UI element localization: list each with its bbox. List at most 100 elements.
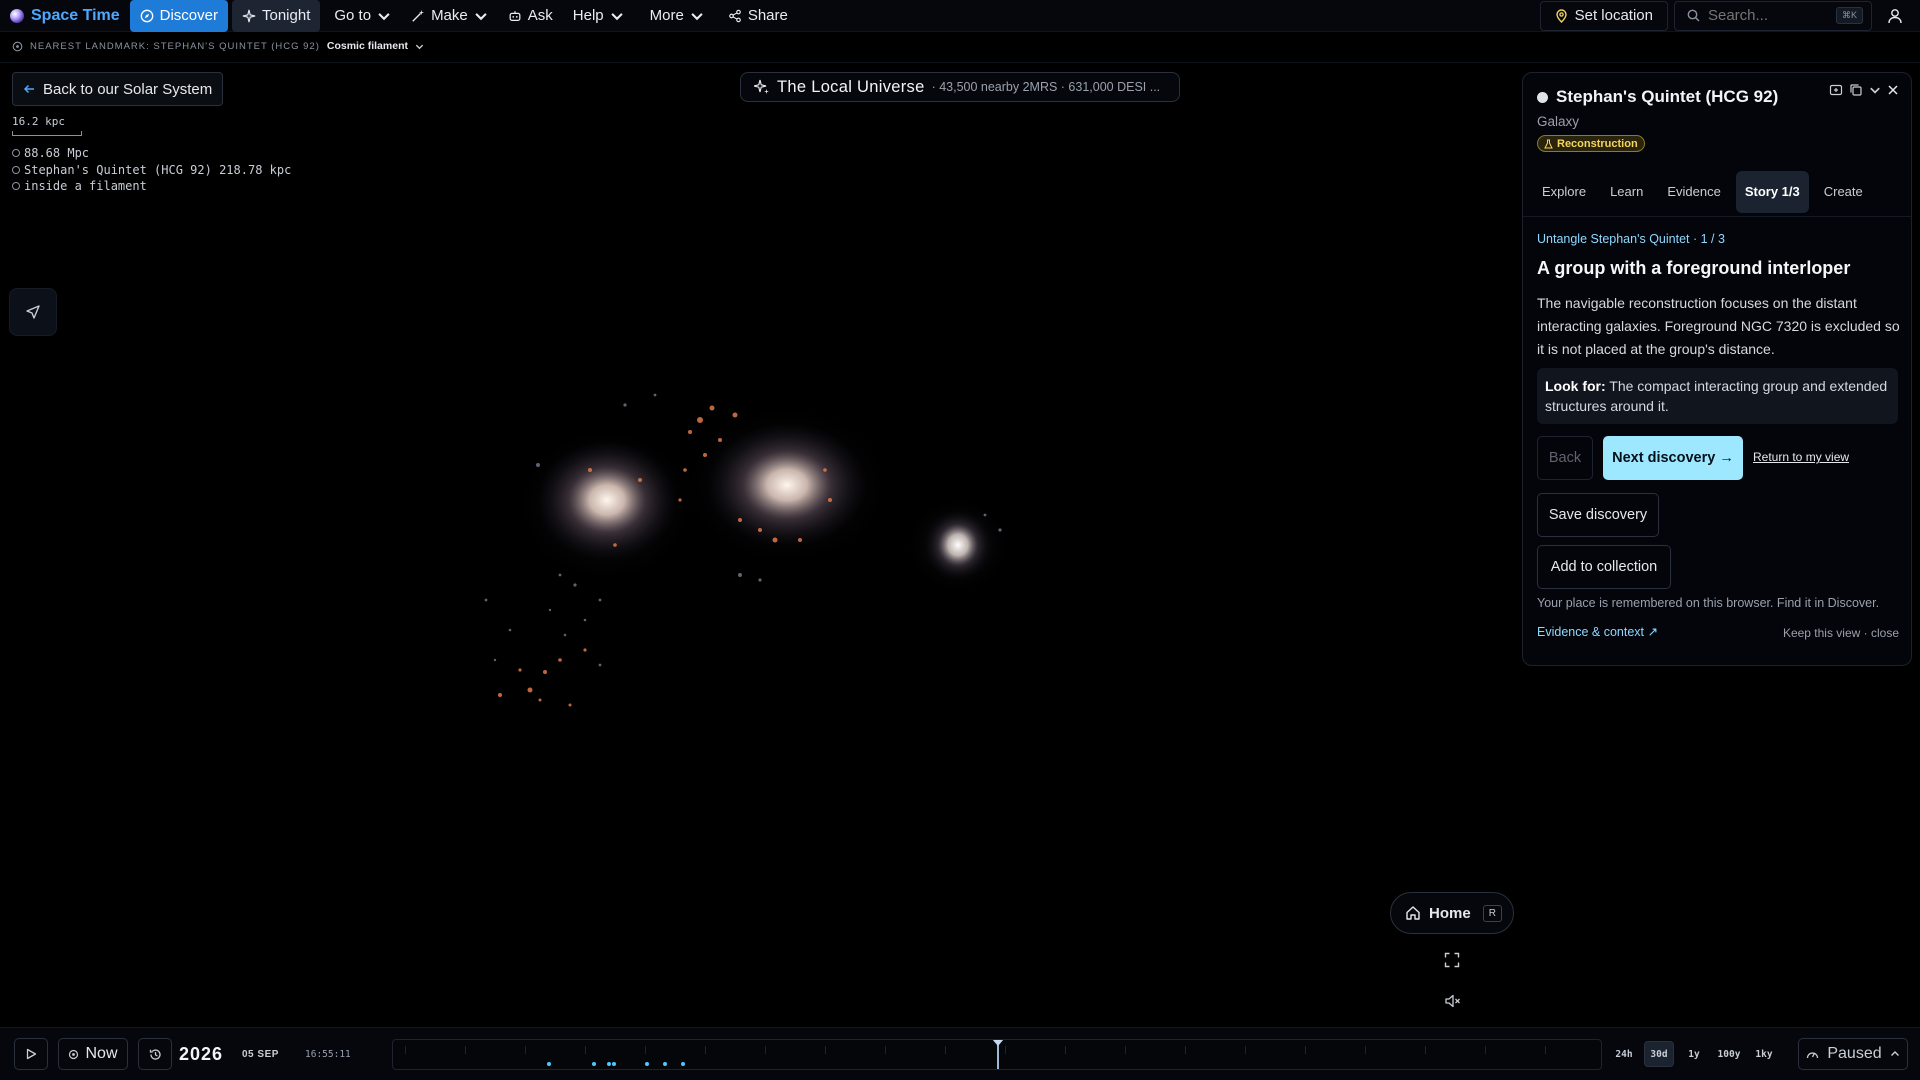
search-shortcut: ⌘K <box>1835 7 1863 24</box>
timeline-tick <box>885 1046 886 1054</box>
nav-share[interactable]: Share <box>718 0 798 32</box>
timeline-tick <box>1005 1046 1006 1054</box>
readout-distance: 88.68 Mpc <box>24 146 90 160</box>
object-info-panel: Stephan's Quintet (HCG 92) Galaxy Recons… <box>1522 72 1912 666</box>
copy-icon[interactable] <box>1849 83 1863 97</box>
timeline-tick <box>765 1046 766 1054</box>
search-box[interactable]: ⌘K <box>1674 0 1872 31</box>
tab-explore[interactable]: Explore <box>1533 171 1595 213</box>
next-discovery-button[interactable]: Next discovery → <box>1603 436 1743 480</box>
story-heading: A group with a foreground interloper <box>1537 258 1851 278</box>
mute-button[interactable] <box>1440 989 1464 1013</box>
object-title: Stephan's Quintet (HCG 92) <box>1556 87 1779 106</box>
tab-evidence[interactable]: Evidence <box>1658 171 1729 213</box>
brand[interactable]: Space Time <box>0 7 130 25</box>
universe-subtitle: · 43,500 nearby 2MRS · 631,000 DESI ... <box>931 80 1161 94</box>
timeline-tick <box>1125 1046 1126 1054</box>
fullscreen-button[interactable] <box>1440 948 1464 972</box>
reconstruction-badge-label: Reconstruction <box>1557 137 1638 150</box>
history-button[interactable] <box>138 1038 172 1070</box>
timeline-event-dot[interactable] <box>645 1062 649 1066</box>
tab-story[interactable]: Story 1/3 <box>1735 170 1809 213</box>
galaxy-logo-icon <box>10 8 24 23</box>
play-icon <box>26 1048 37 1060</box>
map-pin-icon <box>1555 8 1567 23</box>
nav-help[interactable]: Help <box>563 0 634 32</box>
now-button[interactable]: Now <box>58 1038 128 1070</box>
timeline-tick <box>1365 1046 1366 1054</box>
back-to-solar-system-button[interactable]: Back to our Solar System <box>12 72 224 106</box>
timeline-event-dot[interactable] <box>612 1062 616 1066</box>
scale-label: 16.2 kpc <box>12 115 65 128</box>
tab-learn[interactable]: Learn <box>1601 171 1652 213</box>
ring-icon <box>12 165 20 174</box>
user-account-button[interactable] <box>1878 1 1912 31</box>
nav-ask[interactable]: Ask <box>498 0 563 32</box>
play-button[interactable] <box>14 1038 48 1070</box>
compass-icon <box>140 9 153 22</box>
ring-icon <box>12 182 20 191</box>
range-1y[interactable]: 1y <box>1679 1041 1709 1067</box>
ring-icon <box>12 149 20 158</box>
timeline-event-dot[interactable] <box>663 1062 667 1066</box>
timeline-tick <box>945 1046 946 1054</box>
nearest-landmark-bar[interactable]: NEAREST LANDMARK: STEPHAN'S QUINTET (HCG… <box>12 40 424 52</box>
nav-more[interactable]: More <box>640 0 714 32</box>
add-to-collection-button[interactable]: Add to collection <box>1537 545 1671 589</box>
timeline-tick <box>645 1046 646 1054</box>
return-to-my-view-link[interactable]: Return to my view <box>1753 450 1849 464</box>
set-location-button[interactable]: Set location <box>1539 0 1668 31</box>
current-time: 16:55:11 <box>305 1048 351 1060</box>
keep-view-close-link[interactable]: Keep this view · close <box>1783 626 1899 640</box>
universe-title-pill[interactable]: The Local Universe · 43,500 nearby 2MRS … <box>740 72 1180 102</box>
nav-discover[interactable]: Discover <box>129 0 228 32</box>
target-icon <box>69 1049 79 1059</box>
nav-tonight-label: Tonight <box>262 7 311 24</box>
panel-header: Stephan's Quintet (HCG 92) <box>1537 87 1778 107</box>
now-label: Now <box>85 1045 118 1062</box>
nav-more-label: More <box>649 7 684 24</box>
nav-make[interactable]: Make <box>401 0 498 32</box>
robot-icon <box>509 10 521 21</box>
wand-icon <box>412 9 425 22</box>
range-30d[interactable]: 30d <box>1644 1041 1674 1067</box>
scale-indicator: 16.2 kpc <box>12 115 82 136</box>
playback-status-button[interactable]: Paused <box>1798 1038 1908 1070</box>
flask-icon <box>1544 139 1553 148</box>
timeline-tick <box>525 1046 526 1054</box>
universe-title: The Local Universe <box>777 77 925 96</box>
evidence-context-link[interactable]: Evidence & context ↗ <box>1537 624 1658 639</box>
home-button[interactable]: Home R <box>1390 892 1514 934</box>
gauge-icon <box>1807 1051 1819 1058</box>
timeline-tick <box>465 1046 466 1054</box>
timeline-scrubber[interactable] <box>392 1039 1602 1070</box>
timeline-playhead-handle[interactable] <box>992 1040 1004 1046</box>
panel-actions <box>1829 83 1899 97</box>
timeline-event-dot[interactable] <box>681 1062 685 1066</box>
timeline-event-dot[interactable] <box>547 1062 551 1066</box>
top-bar: Space Time Discover Tonight Go to Make A… <box>0 0 1920 32</box>
save-discovery-button[interactable]: Save discovery <box>1537 493 1659 537</box>
chevron-up-icon <box>1890 1051 1899 1056</box>
timeline-tick <box>1065 1046 1066 1054</box>
range-1ky[interactable]: 1ky <box>1749 1041 1779 1067</box>
nav-tonight[interactable]: Tonight <box>232 0 321 32</box>
range-24h[interactable]: 24h <box>1609 1041 1639 1067</box>
cursor-arrow-icon <box>26 305 40 319</box>
panel-tabs: Explore Learn Evidence Story 1/3 Create <box>1523 167 1911 217</box>
search-icon <box>1687 9 1700 22</box>
tab-create[interactable]: Create <box>1815 171 1872 213</box>
pointer-tool-button[interactable] <box>9 288 57 336</box>
timeline-event-dot[interactable] <box>592 1062 596 1066</box>
timeline-event-dot[interactable] <box>607 1062 611 1066</box>
search-input[interactable] <box>1707 7 1828 24</box>
story-back-button[interactable]: Back <box>1537 436 1593 480</box>
nav-goto[interactable]: Go to <box>324 0 401 32</box>
timeline-tick <box>705 1046 706 1054</box>
chevron-down-icon <box>691 12 703 20</box>
pin-window-icon[interactable] <box>1829 83 1843 97</box>
close-icon[interactable] <box>1887 84 1899 96</box>
chevron-down-icon[interactable] <box>1869 84 1881 96</box>
range-100y[interactable]: 100y <box>1714 1041 1744 1067</box>
object-dot-icon <box>1537 91 1548 103</box>
